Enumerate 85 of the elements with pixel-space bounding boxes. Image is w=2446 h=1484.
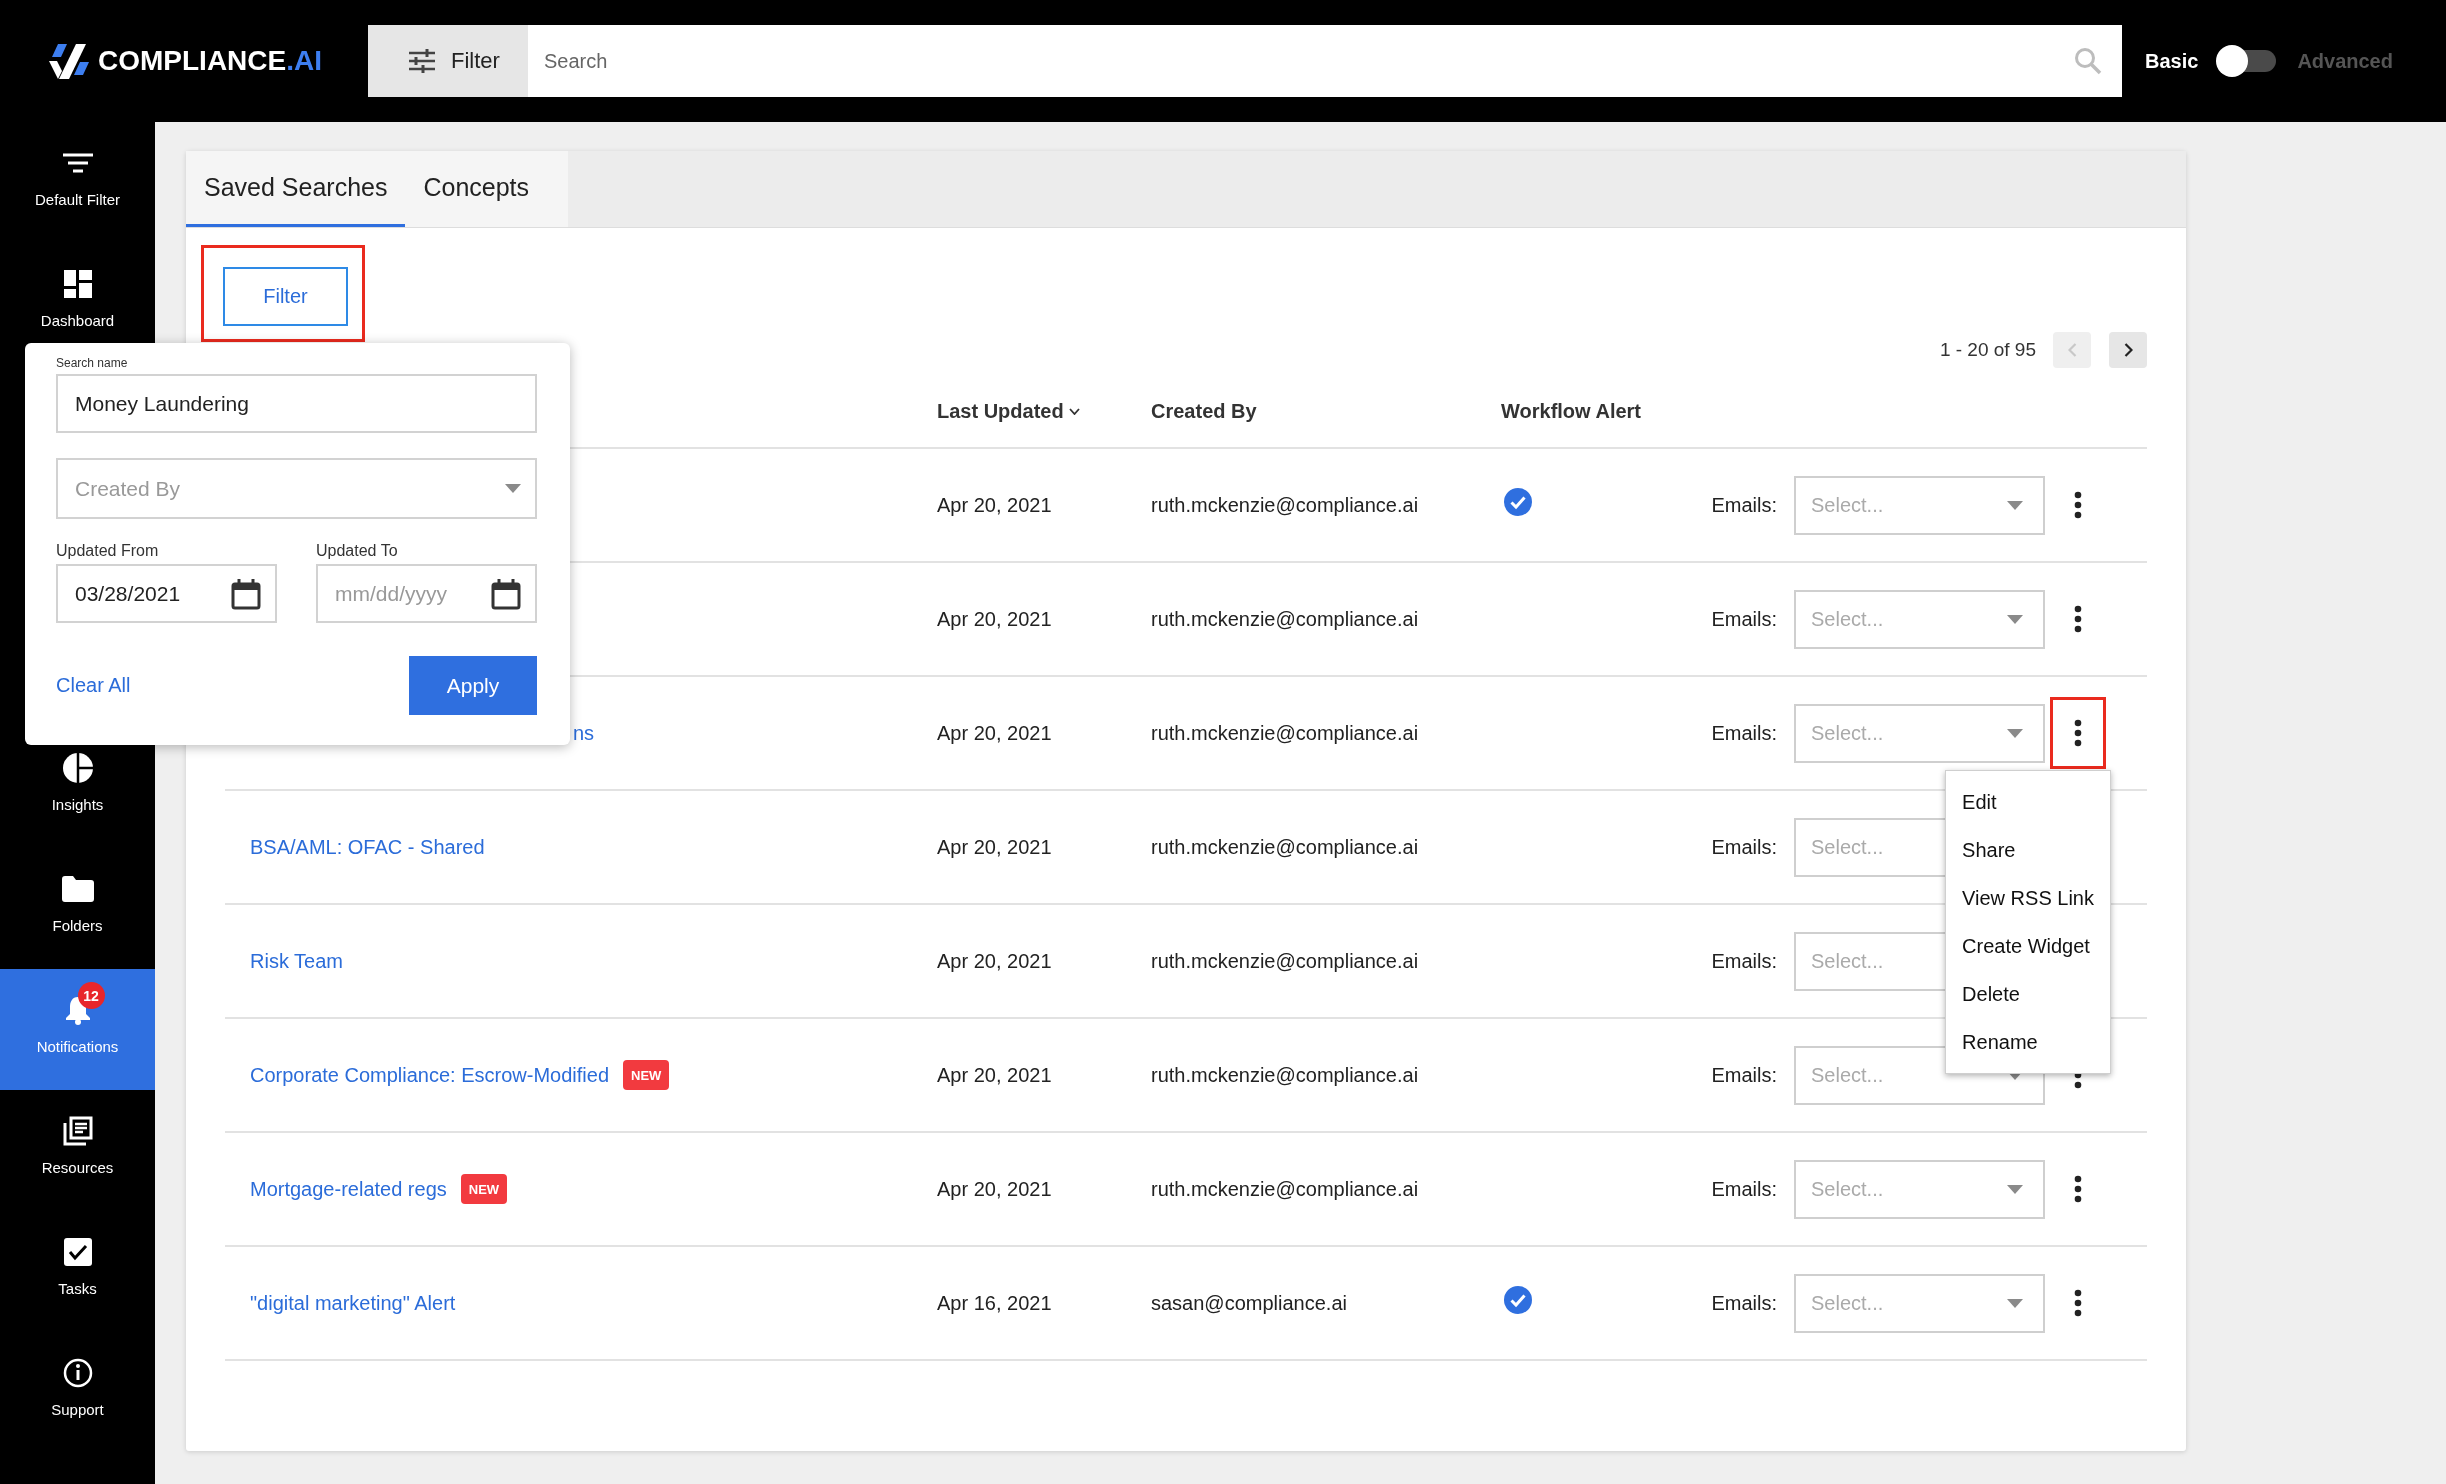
- calendar-icon[interactable]: [491, 577, 521, 610]
- apply-button[interactable]: Apply: [409, 656, 537, 715]
- creator-email: ruth.mckenzie@compliance.ai: [1151, 1177, 1419, 1200]
- saved-search-link[interactable]: Corporate Compliance: Escrow-Modified: [250, 1063, 610, 1087]
- caret-down-icon: [2007, 614, 2023, 624]
- search-field[interactable]: Search: [528, 25, 2122, 97]
- info-icon: [62, 1358, 93, 1388]
- emails-label: Emails:: [1711, 721, 1777, 745]
- caret-down-icon: [505, 484, 521, 493]
- last-updated-date: Apr 16, 2021: [937, 1291, 1052, 1314]
- creator-email: ruth.mckenzie@compliance.ai: [1151, 1063, 1419, 1086]
- last-updated-date: Apr 20, 2021: [937, 721, 1052, 744]
- emails-label: Emails:: [1711, 1063, 1777, 1087]
- creator-email: sasan@compliance.ai: [1151, 1291, 1347, 1314]
- creator-email: ruth.mckenzie@compliance.ai: [1151, 949, 1419, 972]
- column-header[interactable]: Last Updated: [937, 399, 1064, 423]
- mode-label: Advanced: [2297, 49, 2393, 73]
- sidebar-item[interactable]: Folders: [0, 848, 155, 969]
- emails-label: Emails:: [1711, 949, 1777, 973]
- mode-toggle[interactable]: [2216, 45, 2277, 77]
- emails-label: Emails:: [1711, 835, 1777, 859]
- last-updated-date: Apr 20, 2021: [937, 835, 1052, 858]
- field-label: Search name: [56, 355, 129, 371]
- new-badge: NEW: [623, 1060, 670, 1090]
- last-updated-date: Apr 20, 2021: [937, 607, 1052, 630]
- tab[interactable]: Concepts: [405, 151, 548, 227]
- field-label: Updated To: [316, 541, 399, 561]
- logo-icon: [49, 43, 89, 79]
- sliders-icon: [409, 49, 435, 73]
- checkbox-icon: [63, 1238, 92, 1266]
- emails-label: Emails:: [1711, 1177, 1777, 1201]
- search-name-field[interactable]: Money Laundering: [56, 374, 537, 433]
- creator-email: ruth.mckenzie@compliance.ai: [1151, 835, 1419, 858]
- pagination-range: 1 - 20 of 95: [1939, 339, 2036, 361]
- saved-search-link[interactable]: ns: [573, 721, 595, 745]
- more-options-icon[interactable]: [2074, 1175, 2082, 1203]
- more-options-icon[interactable]: [2074, 605, 2082, 633]
- calendar-icon[interactable]: [231, 577, 261, 610]
- creator-email: ruth.mckenzie@compliance.ai: [1151, 721, 1419, 744]
- emails-label: Emails:: [1711, 607, 1777, 631]
- documents-icon: [62, 1116, 93, 1146]
- sidebar-item[interactable]: Default Filter: [0, 122, 155, 243]
- column-header[interactable]: Workflow Alert: [1501, 399, 1641, 423]
- date-field[interactable]: 03/28/2021: [56, 564, 277, 623]
- saved-search-link[interactable]: Risk Team: [250, 949, 343, 973]
- creator-email: ruth.mckenzie@compliance.ai: [1151, 607, 1419, 630]
- sidebar-item[interactable]: Tasks: [0, 1211, 155, 1332]
- tab[interactable]: Saved Searches: [186, 151, 406, 227]
- menu-item[interactable]: View RSS Link: [1946, 874, 2110, 922]
- last-updated-date: Apr 20, 2021: [937, 949, 1052, 972]
- more-options-icon[interactable]: [2074, 719, 2082, 747]
- clear-all-link[interactable]: Clear All: [56, 674, 131, 697]
- more-options-icon[interactable]: [2074, 1289, 2082, 1317]
- saved-search-link[interactable]: "digital marketing" Alert: [250, 1291, 456, 1315]
- emails-label: Emails:: [1711, 1291, 1777, 1315]
- caret-down-icon: [2007, 1298, 2023, 1308]
- last-updated-date: Apr 20, 2021: [937, 1177, 1052, 1200]
- caret-down-icon: [2007, 728, 2023, 738]
- pie-chart-icon: [62, 753, 93, 783]
- saved-search-link[interactable]: BSA/AML: OFAC - Shared: [250, 835, 485, 859]
- last-updated-date: Apr 20, 2021: [937, 493, 1052, 516]
- dashboard-icon: [63, 270, 92, 298]
- new-badge: NEW: [460, 1174, 508, 1204]
- next-page-button[interactable]: [2109, 332, 2147, 368]
- sidebar-item[interactable]: 12 Notifications: [0, 969, 155, 1090]
- column-header[interactable]: Created By: [1151, 399, 1257, 423]
- more-options-icon[interactable]: [2074, 491, 2082, 519]
- filter-icon: [62, 153, 93, 173]
- notification-badge: 12: [77, 982, 105, 1009]
- caret-down-icon: [2007, 1184, 2023, 1194]
- logo-wordmark: COMPLIANCE.AI: [98, 45, 322, 77]
- chevron-right-icon: [2123, 343, 2133, 357]
- caret-down-icon: [2007, 500, 2023, 510]
- last-updated-date: Apr 20, 2021: [937, 1063, 1052, 1086]
- chevron-left-icon: [2067, 343, 2077, 357]
- emails-label: Emails:: [1711, 493, 1777, 517]
- filter-button[interactable]: Filter: [223, 267, 348, 326]
- filter-button[interactable]: Filter: [368, 25, 528, 97]
- creator-email: ruth.mckenzie@compliance.ai: [1151, 493, 1419, 516]
- sidebar-item[interactable]: Resources: [0, 1090, 155, 1211]
- sidebar-item[interactable]: Support: [0, 1332, 155, 1453]
- mode-label: Basic: [2145, 49, 2199, 73]
- field-label: Updated From: [56, 541, 160, 561]
- saved-search-link[interactable]: Mortgage-related regs: [250, 1177, 447, 1201]
- folder-icon: [61, 876, 94, 902]
